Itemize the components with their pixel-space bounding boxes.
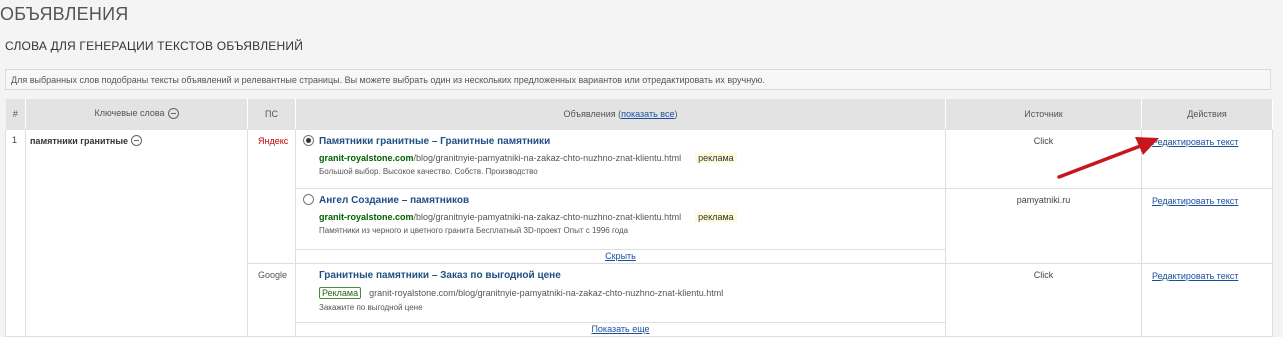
ad-title: Гранитные памятники – Заказ по выгодной … (319, 270, 561, 281)
google-label: Google (258, 270, 288, 280)
ad-cell-yandex-2: Ангел Создание – памятников granit-royal… (295, 188, 946, 264)
ad-url: Реклама granit-royalstone.com/blog/granit… (303, 287, 945, 299)
ad-radio[interactable] (303, 194, 314, 206)
show-more-link[interactable]: Показать еще (591, 324, 649, 334)
hide-link[interactable]: Скрыть (605, 251, 636, 261)
ad-url: granit-royalstone.com/blog/granitnyie-pa… (303, 153, 945, 164)
keyword-text: памятники гранитные (30, 136, 129, 146)
ad-radio-selected[interactable] (303, 135, 314, 147)
ad-title: Ангел Создание – памятников (319, 195, 470, 206)
edit-text-link[interactable]: Редактировать текст (1152, 196, 1238, 206)
ps-cell-yandex: Яндекс (247, 129, 296, 264)
row-num: 1 (5, 129, 26, 337)
header-ads: Объявления (показать все) (295, 99, 946, 130)
source-cell: Click (945, 263, 1142, 337)
ad-path: /blog/granitnyie-pamyatniki-na-zakaz-cht… (413, 153, 682, 164)
keyword-collapse-icon[interactable] (131, 135, 143, 147)
action-cell: Редактировать текст (1141, 188, 1273, 264)
ad-title: Памятники гранитные – Гранитные памятник… (319, 136, 551, 147)
table-row: 1 памятники гранитные Яндекс Памятники г… (5, 129, 1273, 337)
header-source: Источник (945, 99, 1142, 130)
source-cell: pamyatniki.ru (945, 188, 1142, 264)
ad-domain: granit-royalstone.com (319, 212, 414, 223)
keyword-cell: памятники гранитные (25, 129, 248, 337)
source-text: Click (1033, 270, 1054, 280)
header-keywords: Ключевые слова (25, 99, 248, 130)
yandex-label: Яндекс (258, 136, 289, 146)
info-box: Для выбранных слов подобраны тексты объя… (5, 69, 1271, 90)
source-text: pamyatniki.ru (1016, 195, 1071, 205)
ad-tag: реклама (695, 153, 737, 164)
ads-table: # Ключевые слова ПС Объявления (показать… (5, 99, 1273, 337)
ad-desc: Большой выбор. Высокое качество. Собств.… (319, 167, 538, 177)
ad-domain: granit-royalstone.com (319, 153, 414, 164)
header-ps: ПС (247, 99, 296, 130)
source-text: Click (1033, 136, 1054, 146)
ad-desc: Памятники из черного и цветного гранита … (319, 226, 629, 236)
edit-text-link[interactable]: Редактировать текст (1152, 271, 1238, 281)
collapse-all-icon[interactable] (167, 107, 179, 119)
ad-path: /blog/granitnyie-pamyatniki-na-zakaz-cht… (413, 212, 682, 223)
ad-tag: Реклама (319, 287, 362, 299)
ad-url: granit-royalstone.com/blog/granitnyie-pa… (303, 212, 945, 223)
action-cell: Редактировать текст (1141, 263, 1273, 337)
header-keywords-label: Ключевые слова (94, 108, 165, 119)
ps-cell-google: Google (247, 263, 296, 337)
ad-cell-google: Гранитные памятники – Заказ по выгодной … (295, 263, 946, 337)
ad-cell-yandex-1: Памятники гранитные – Гранитные памятник… (295, 129, 946, 189)
edit-text-link[interactable]: Редактировать текст (1152, 137, 1238, 147)
source-cell: Click (945, 129, 1142, 189)
ad-path: granit-royalstone.com/blog/granitnyie-pa… (369, 288, 724, 298)
header-num: # (5, 99, 26, 130)
ad-tag: реклама (695, 212, 737, 223)
header-ads-label: Объявления (563, 109, 616, 119)
table-header-row: # Ключевые слова ПС Объявления (показать… (5, 99, 1273, 130)
section-title: СЛОВА ДЛЯ ГЕНЕРАЦИИ ТЕКСТОВ ОБЪЯВЛЕНИЙ (5, 39, 304, 53)
show-all-link[interactable]: показать все (621, 109, 674, 119)
page-title: ОБЪЯВЛЕНИЯ (0, 4, 129, 24)
action-cell: Редактировать текст (1141, 129, 1273, 189)
header-actions: Действия (1141, 99, 1273, 130)
ad-desc: Закажите по выгодной цене (319, 303, 423, 312)
